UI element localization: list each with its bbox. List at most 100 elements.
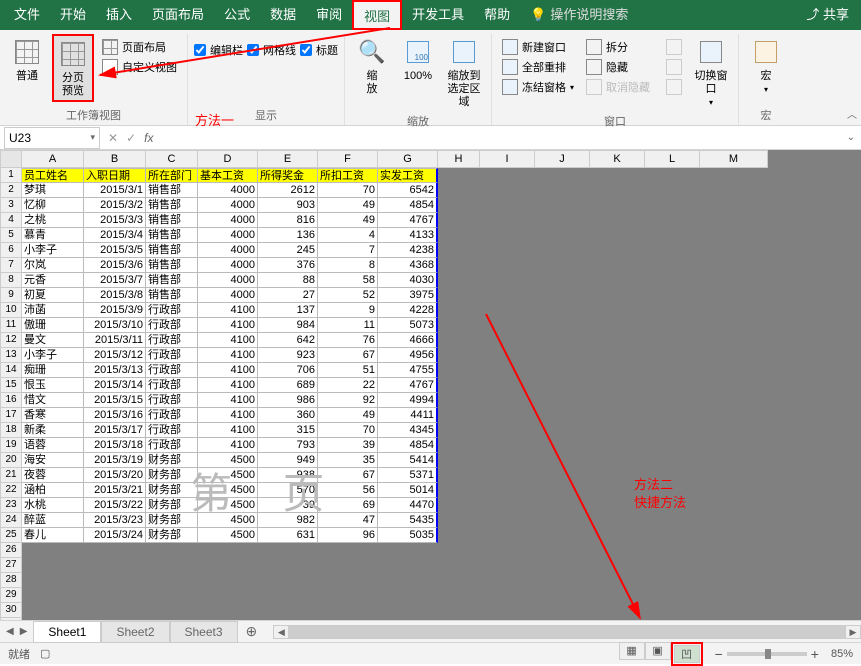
data-cell[interactable]: 570: [258, 483, 318, 498]
data-cell[interactable]: 行政部: [146, 303, 198, 318]
data-cell[interactable]: [480, 423, 535, 438]
empty-cell[interactable]: [258, 618, 318, 620]
empty-cell[interactable]: [480, 603, 535, 618]
data-cell[interactable]: [535, 453, 590, 468]
data-cell[interactable]: 小李子: [22, 348, 84, 363]
row-header[interactable]: 3: [0, 198, 22, 213]
empty-cell[interactable]: [700, 573, 768, 588]
data-cell[interactable]: [535, 393, 590, 408]
data-cell[interactable]: 4000: [198, 243, 258, 258]
row-header[interactable]: 15: [0, 378, 22, 393]
data-cell[interactable]: [590, 273, 645, 288]
data-cell[interactable]: [480, 378, 535, 393]
data-cell[interactable]: [438, 228, 480, 243]
sheet-tab[interactable]: Sheet1: [33, 621, 101, 643]
menu-item-2[interactable]: 插入: [96, 0, 142, 30]
data-cell[interactable]: [590, 378, 645, 393]
data-cell[interactable]: 903: [258, 198, 318, 213]
data-cell[interactable]: 财务部: [146, 483, 198, 498]
header-cell[interactable]: [535, 168, 590, 183]
data-cell[interactable]: [700, 498, 768, 513]
data-cell[interactable]: 4238: [378, 243, 438, 258]
data-cell[interactable]: [535, 378, 590, 393]
empty-cell[interactable]: [258, 573, 318, 588]
tab-nav-next-button[interactable]: ▶: [18, 626, 30, 637]
data-cell[interactable]: 136: [258, 228, 318, 243]
data-cell[interactable]: 销售部: [146, 228, 198, 243]
data-cell[interactable]: [590, 288, 645, 303]
data-cell[interactable]: [590, 393, 645, 408]
sheet-tab[interactable]: Sheet2: [101, 621, 169, 643]
data-cell[interactable]: 2015/3/9: [84, 303, 146, 318]
data-cell[interactable]: [590, 528, 645, 543]
data-cell[interactable]: 52: [318, 288, 378, 303]
empty-cell[interactable]: [84, 543, 146, 558]
data-cell[interactable]: 96: [318, 528, 378, 543]
data-cell[interactable]: 小李子: [22, 243, 84, 258]
data-cell[interactable]: [480, 273, 535, 288]
data-cell[interactable]: 行政部: [146, 318, 198, 333]
data-cell[interactable]: [535, 318, 590, 333]
row-header[interactable]: 11: [0, 318, 22, 333]
empty-cell[interactable]: [480, 573, 535, 588]
data-cell[interactable]: 49: [318, 213, 378, 228]
data-cell[interactable]: [480, 393, 535, 408]
empty-cell[interactable]: [645, 603, 700, 618]
data-cell[interactable]: [700, 183, 768, 198]
row-header[interactable]: 13: [0, 348, 22, 363]
data-cell[interactable]: [438, 453, 480, 468]
empty-cell[interactable]: [22, 618, 84, 620]
data-cell[interactable]: 4854: [378, 198, 438, 213]
data-cell[interactable]: [700, 438, 768, 453]
menu-item-10[interactable]: 💡操作说明搜索: [520, 0, 638, 30]
data-cell[interactable]: [535, 483, 590, 498]
column-header[interactable]: G: [378, 150, 438, 168]
data-cell[interactable]: [700, 483, 768, 498]
data-cell[interactable]: 4: [318, 228, 378, 243]
data-cell[interactable]: [700, 333, 768, 348]
new-window-button[interactable]: 新建窗口: [498, 38, 578, 56]
data-cell[interactable]: 4500: [198, 468, 258, 483]
data-cell[interactable]: 35: [318, 453, 378, 468]
data-cell[interactable]: 尔岚: [22, 258, 84, 273]
data-cell[interactable]: 4767: [378, 213, 438, 228]
menu-item-3[interactable]: 页面布局: [142, 0, 214, 30]
empty-cell[interactable]: [84, 618, 146, 620]
column-header[interactable]: H: [438, 150, 480, 168]
data-cell[interactable]: 631: [258, 528, 318, 543]
data-cell[interactable]: 水桃: [22, 498, 84, 513]
data-cell[interactable]: [438, 333, 480, 348]
data-cell[interactable]: [535, 228, 590, 243]
data-cell[interactable]: [438, 378, 480, 393]
data-cell[interactable]: 4100: [198, 408, 258, 423]
empty-cell[interactable]: [84, 558, 146, 573]
data-cell[interactable]: 49: [318, 198, 378, 213]
empty-cell[interactable]: [22, 558, 84, 573]
unhide-button[interactable]: 取消隐藏: [582, 78, 654, 96]
menu-item-4[interactable]: 公式: [214, 0, 260, 30]
empty-cell[interactable]: [318, 618, 378, 620]
collapse-ribbon-button[interactable]: ︿: [847, 106, 857, 121]
data-cell[interactable]: [645, 513, 700, 528]
data-cell[interactable]: 春儿: [22, 528, 84, 543]
data-cell[interactable]: [480, 438, 535, 453]
empty-cell[interactable]: [590, 573, 645, 588]
data-cell[interactable]: 4133: [378, 228, 438, 243]
data-cell[interactable]: [700, 453, 768, 468]
column-header[interactable]: J: [535, 150, 590, 168]
sheet-tab[interactable]: Sheet3: [170, 621, 238, 643]
empty-cell[interactable]: [258, 543, 318, 558]
data-cell[interactable]: [590, 453, 645, 468]
menu-item-0[interactable]: 文件: [4, 0, 50, 30]
data-cell[interactable]: 慕青: [22, 228, 84, 243]
empty-cell[interactable]: [378, 573, 438, 588]
empty-cell[interactable]: [438, 543, 480, 558]
data-cell[interactable]: 92: [318, 393, 378, 408]
data-cell[interactable]: 67: [318, 348, 378, 363]
data-cell[interactable]: 新柔: [22, 423, 84, 438]
empty-cell[interactable]: [700, 588, 768, 603]
data-cell[interactable]: 4854: [378, 438, 438, 453]
empty-cell[interactable]: [146, 618, 198, 620]
empty-cell[interactable]: [318, 543, 378, 558]
empty-cell[interactable]: [318, 573, 378, 588]
